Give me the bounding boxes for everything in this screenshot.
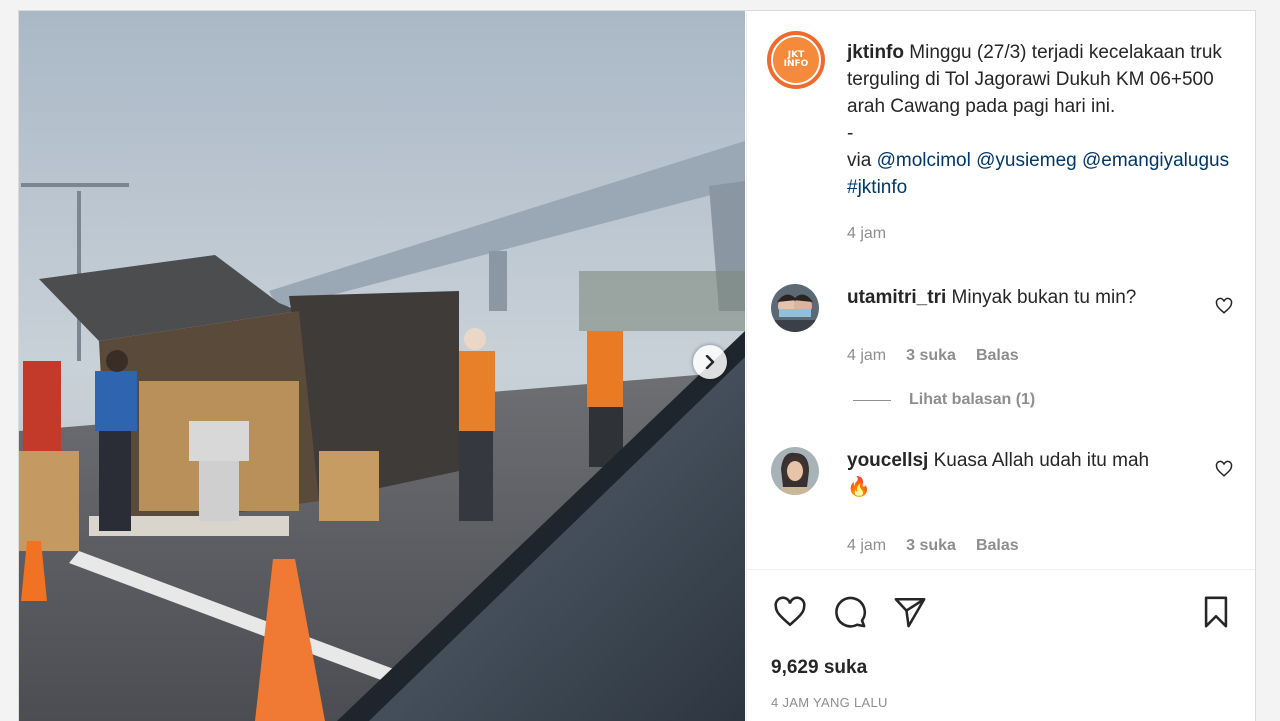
post-media[interactable] [19, 11, 745, 721]
caption-via: via [847, 150, 872, 171]
bookmark-icon[interactable] [1199, 595, 1233, 629]
mention-link[interactable]: @molcimol [877, 150, 971, 171]
caption-text: Minggu (27/3) terjadi kecelakaan truk te… [847, 42, 1222, 117]
reply-button[interactable]: Balas [976, 347, 1019, 365]
author-avatar[interactable]: JKT INFO [767, 31, 825, 89]
author-avatar-logo: JKT INFO [771, 35, 821, 85]
avatar-image [771, 447, 819, 495]
likes-count[interactable]: 9,629 suka [771, 657, 867, 679]
comment-likes[interactable]: 3 suka [906, 347, 956, 365]
mention-link[interactable]: @yusiemeg [976, 150, 1077, 171]
view-replies-label: Lihat balasan (1) [909, 391, 1036, 408]
heart-icon[interactable] [1215, 460, 1233, 478]
comment-body: utamitri_tri Minyak bukan tu min? [847, 284, 1197, 311]
next-media-button[interactable] [693, 345, 727, 379]
comment-time: 4 jam [847, 537, 887, 554]
comment-username[interactable]: utamitri_tri [847, 287, 946, 308]
comment-time: 4 jam [847, 347, 887, 364]
comment-meta: 4 jam 3 suka Balas [847, 537, 1019, 555]
commenter-avatar[interactable] [771, 284, 819, 332]
post-timestamp: 4 JAM YANG LALU [771, 695, 888, 710]
replies-divider [853, 399, 891, 401]
comment-text: Kuasa Allah udah itu mah [933, 450, 1150, 471]
comment-meta: 4 jam 3 suka Balas [847, 347, 1019, 365]
post-caption: jktinfo Minggu (27/3) terjadi kecelakaan… [847, 39, 1237, 201]
fire-emoji: 🔥 [847, 477, 871, 498]
hashtag-link[interactable]: #jktinfo [847, 177, 907, 198]
comment-text: Minyak bukan tu min? [951, 287, 1137, 308]
paper-plane-icon[interactable] [893, 595, 927, 629]
actions-divider [747, 569, 1255, 570]
view-replies-button[interactable]: Lihat balasan (1) [853, 391, 1035, 409]
comment-likes[interactable]: 3 suka [906, 537, 956, 555]
post-modal: JKT INFO jktinfo Minggu (27/3) terjadi k… [18, 10, 1256, 721]
caption-dash: - [847, 123, 854, 144]
post-side-panel: JKT INFO jktinfo Minggu (27/3) terjadi k… [746, 11, 1255, 721]
avatar-logo-line2: INFO [783, 59, 809, 69]
caption-username[interactable]: jktinfo [847, 42, 904, 63]
comment-body: youcellsj Kuasa Allah udah itu mah 🔥 [847, 447, 1197, 501]
comment-username[interactable]: youcellsj [847, 450, 928, 471]
heart-icon[interactable] [1215, 297, 1233, 315]
commenter-avatar[interactable] [771, 447, 819, 495]
heart-icon[interactable] [773, 595, 807, 629]
comment-bubble-icon[interactable] [833, 595, 867, 629]
chevron-right-icon [705, 355, 715, 369]
avatar-image [771, 284, 819, 332]
caption-timestamp: 4 jam [847, 225, 887, 242]
accident-photo [19, 11, 745, 721]
mention-link[interactable]: @emangiyalugus [1082, 150, 1229, 171]
reply-button[interactable]: Balas [976, 537, 1019, 555]
